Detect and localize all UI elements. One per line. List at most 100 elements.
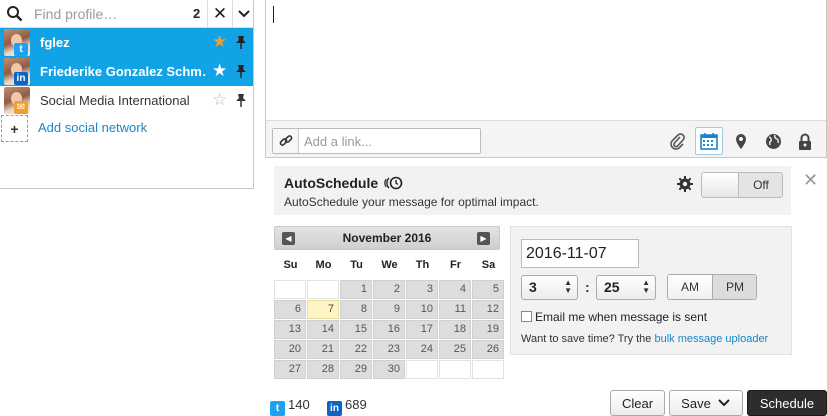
calendar-day[interactable]: 8 (340, 300, 372, 319)
save-button[interactable]: Save (669, 390, 743, 416)
pin-icon[interactable] (235, 93, 247, 107)
calendar-day[interactable]: 26 (472, 340, 504, 359)
calendar-day[interactable]: 17 (406, 320, 438, 339)
email-notify-checkbox[interactable] (521, 311, 532, 322)
calendar-empty-cell (274, 280, 306, 299)
twitter-count-value: 140 (288, 397, 310, 412)
calendar-day-today[interactable]: 7 (307, 300, 339, 319)
email-notify-label: Email me when message is sent (535, 310, 708, 324)
am-pm-toggle: AM PM (667, 274, 757, 300)
calendar-day[interactable]: 10 (406, 300, 438, 319)
calendar-day[interactable]: 11 (439, 300, 471, 319)
calendar-day[interactable]: 28 (307, 360, 339, 379)
chevron-down-icon (718, 399, 730, 407)
schedule-button[interactable]: Schedule (747, 390, 827, 416)
date-input[interactable] (521, 239, 639, 268)
email-notify-row[interactable]: Email me when message is sent (521, 310, 707, 324)
location-button[interactable] (727, 127, 755, 155)
minute-select[interactable]: 25 ▲ ▼ (596, 275, 656, 300)
calendar-month-label: November 2016 (342, 231, 432, 245)
lock-button[interactable] (791, 127, 819, 155)
calendar-day[interactable]: 6 (274, 300, 306, 319)
calendar-day[interactable]: 3 (406, 280, 438, 299)
calendar-day[interactable]: 20 (274, 340, 306, 359)
calendar-day[interactable]: 27 (274, 360, 306, 379)
calendar-day[interactable]: 23 (373, 340, 405, 359)
attach-button[interactable] (663, 127, 691, 155)
calendar-day[interactable]: 18 (439, 320, 471, 339)
message-composer[interactable] (265, 0, 827, 158)
add-social-network[interactable]: + Add social network (0, 114, 254, 142)
twitter-char-count: t 140 (270, 397, 310, 416)
calendar-days-grid: 1 2 3 4 5 6 7 8 9 10 11 12 13 14 15 16 17 18 19 20 21 22 23 24 2… (274, 280, 504, 379)
calendar-day[interactable]: 9 (373, 300, 405, 319)
calendar-header: ◀ November 2016 ▶ (274, 226, 500, 250)
add-social-network-link[interactable]: Add social network (38, 120, 147, 135)
calendar-day[interactable]: 21 (307, 340, 339, 359)
calendar-day[interactable]: 25 (439, 340, 471, 359)
am-button[interactable]: AM (668, 275, 713, 299)
calendar-day[interactable]: 13 (274, 320, 306, 339)
toggle-knob (702, 173, 739, 197)
calendar-day[interactable]: 12 (472, 300, 504, 319)
calendar-day[interactable]: 29 (340, 360, 372, 379)
link-input[interactable] (304, 132, 474, 150)
schedule-calendar-button[interactable] (695, 127, 723, 155)
close-autoschedule-button[interactable]: ✕ (803, 170, 818, 191)
toggle-profile-list-button[interactable] (232, 0, 254, 28)
linkedin-icon: in (327, 401, 342, 416)
hour-select[interactable]: 3 ▲ ▼ (521, 275, 578, 300)
clear-button-label: Clear (621, 395, 654, 411)
calendar-day[interactable]: 1 (340, 280, 372, 299)
bulk-uploader-link[interactable]: bulk message uploader (654, 333, 768, 345)
other-badge-icon: ✉ (14, 101, 28, 114)
profile-row[interactable]: ✉ Social Media International ☆ (0, 86, 253, 115)
calendar-day[interactable]: 2 (373, 280, 405, 299)
autoschedule-settings-button[interactable] (677, 176, 693, 195)
save-button-label: Save (681, 395, 711, 411)
star-icon[interactable]: ★ (212, 33, 227, 50)
calendar-empty-cell (307, 280, 339, 299)
autoschedule-toggle[interactable]: Off (701, 172, 783, 198)
link-field[interactable] (272, 128, 481, 154)
weekday-label: Mo (315, 259, 332, 271)
calendar-day[interactable]: 30 (373, 360, 405, 379)
pin-icon[interactable] (235, 64, 247, 78)
profile-picker: 2 ✕ tfglez ★ in Friederike Gonzalez Schm… ★ ✉… (0, 0, 254, 189)
date-time-panel: 3 ▲▼ : 25 ▲▼ AM PM Email me when message… (510, 226, 792, 355)
pin-icon[interactable] (235, 35, 247, 49)
date-picker-calendar: ◀ November 2016 ▶ Su Mo Tu We Th Fr Sa 1234567… (274, 226, 504, 379)
minute-value: 25 (604, 279, 620, 295)
profile-search-input[interactable] (34, 4, 184, 24)
star-icon[interactable]: ★ (212, 62, 227, 79)
pm-button[interactable]: PM (713, 275, 756, 299)
weekday-label: We (381, 259, 398, 271)
clear-button[interactable]: Clear (610, 390, 665, 416)
text-caret (273, 6, 274, 23)
chevron-down-icon (237, 10, 250, 18)
calendar-day[interactable]: 4 (439, 280, 471, 299)
autoschedule-title: AutoSchedule (284, 175, 404, 191)
calendar-day[interactable]: 15 (340, 320, 372, 339)
calendar-weekday-row: Su Mo Tu We Th Fr Sa (274, 259, 500, 273)
selected-count: 2 (193, 6, 201, 21)
calendar-day[interactable]: 22 (340, 340, 372, 359)
select-arrows-icon: ▲ ▼ (564, 278, 572, 295)
calendar-day[interactable]: 24 (406, 340, 438, 359)
privacy-globe-button[interactable] (759, 127, 787, 155)
clear-selection-button[interactable]: ✕ (207, 0, 232, 28)
linkedin-char-count: in 689 (327, 397, 367, 416)
profile-row[interactable]: in Friederike Gonzalez Schm… ★ (0, 57, 253, 86)
toggle-state-label: Off (739, 173, 782, 197)
next-month-button[interactable]: ▶ (477, 232, 490, 245)
calendar-empty-cell (439, 360, 471, 379)
twitter-badge-icon: t (14, 43, 28, 56)
calendar-day[interactable]: 19 (472, 320, 504, 339)
calendar-day[interactable]: 5 (472, 280, 504, 299)
calendar-day[interactable]: 14 (307, 320, 339, 339)
bulk-uploader-hint: Want to save time? Try the bulk message … (521, 333, 768, 345)
profile-row[interactable]: t fglez ★ (0, 28, 253, 57)
paperclip-icon (670, 133, 685, 150)
calendar-day[interactable]: 16 (373, 320, 405, 339)
star-icon[interactable]: ☆ (212, 91, 227, 108)
